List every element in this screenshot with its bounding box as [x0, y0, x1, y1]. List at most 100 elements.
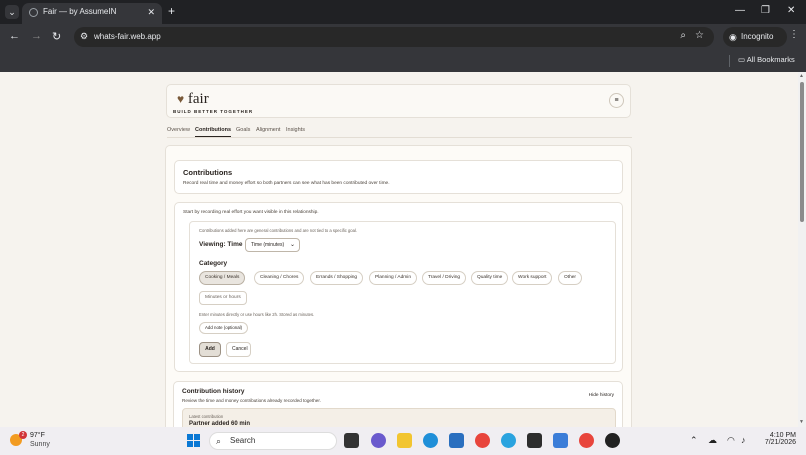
bookmark-star-icon[interactable]: ☆ — [695, 30, 704, 41]
form-lead: Start by recording real effort you want … — [183, 210, 319, 215]
tagline: BUILD BETTER TOGETHER — [173, 109, 254, 114]
add-note-button[interactable]: Add note (optional) — [199, 322, 249, 334]
minutes-input[interactable]: Minutes or hours — [199, 291, 247, 305]
tab-title: Fair — by AssumeIN — [43, 7, 117, 16]
category-chip-quality-time[interactable]: Quality time — [471, 271, 509, 285]
viewing-select[interactable]: Time (minutes) ⌄ — [245, 238, 300, 252]
scroll-down-icon[interactable]: ▼ — [799, 419, 804, 425]
add-button[interactable]: Add — [199, 342, 221, 357]
forward-button[interactable]: → — [31, 30, 42, 42]
terminal-icon[interactable] — [527, 433, 542, 448]
site-favicon-icon — [29, 8, 38, 17]
system-clock[interactable]: 4:10 PM 7/21/2026 — [760, 432, 796, 446]
page-viewport: ♥ fair BUILD BETTER TOGETHER ≡ Overview … — [0, 72, 798, 427]
store-icon[interactable] — [449, 433, 464, 448]
category-chip-cooking[interactable]: Cooking / Meals — [199, 271, 246, 285]
minutes-hint: Enter minutes directly or use hours like… — [199, 312, 315, 317]
category-chip-planning[interactable]: Planning / Admin — [369, 271, 417, 285]
show-hidden-icons-icon[interactable]: ⌃ — [690, 435, 698, 446]
tab-contributions[interactable]: Contributions — [195, 127, 232, 137]
restore-button[interactable]: ❐ — [761, 5, 770, 16]
url-text[interactable]: whats-fair.web.app — [94, 32, 161, 41]
browser-menu-icon[interactable]: ⋮ — [789, 29, 799, 40]
tab-alignment[interactable]: Alignment — [256, 127, 280, 133]
hide-history-button[interactable]: Hide history — [589, 393, 614, 398]
cancel-button[interactable]: Cancel — [226, 342, 251, 357]
latest-contribution: Latest contribution Partner added 60 min — [182, 408, 616, 427]
category-chip-cleaning[interactable]: Cleaning / Chores — [254, 271, 305, 285]
category-chip-travel[interactable]: Travel / Driving — [422, 271, 467, 285]
file-explorer-icon[interactable] — [397, 433, 412, 448]
heart-logo-icon: ♥ — [177, 92, 185, 106]
zoom-icon[interactable]: ⌕ — [680, 30, 686, 41]
weather-condition: Sunny — [30, 441, 50, 448]
category-chip-errands[interactable]: Errands / Shopping — [310, 271, 364, 285]
category-label: Category — [199, 260, 228, 267]
scroll-up-icon[interactable]: ▲ — [799, 73, 804, 79]
close-window-button[interactable]: ✕ — [787, 5, 795, 16]
windows-taskbar: 2 97°F Sunny ⌕ Search ⌃ ☁ ◠ ♪ 4:10 PM 7/… — [0, 427, 806, 455]
all-bookmarks-button[interactable]: ▭ All Bookmarks — [738, 55, 795, 64]
wifi-icon[interactable]: ◠ — [727, 435, 735, 446]
fair-logo[interactable]: ♥ fair — [177, 91, 209, 108]
latest-contribution-label: Latest contribution — [189, 414, 224, 419]
close-tab-icon[interactable]: ✕ — [147, 3, 155, 21]
notification-badge: 2 — [19, 431, 27, 439]
scrollbar-thumb[interactable] — [800, 82, 804, 222]
search-icon: ⌕ — [216, 436, 222, 446]
history-title: Contribution history — [182, 388, 245, 395]
app-icon[interactable] — [605, 433, 620, 448]
notepad-icon[interactable] — [553, 433, 568, 448]
section-description: Record real time and money effort so bot… — [183, 181, 390, 186]
viewing-select-value: Time (minutes) — [251, 242, 285, 248]
tab-search-button[interactable]: ⌄ — [5, 5, 19, 19]
site-info-icon[interactable]: ⚙ — [80, 31, 88, 42]
chrome-profile-icon[interactable] — [579, 433, 594, 448]
viewing-label: Viewing: Time — [199, 241, 243, 248]
copilot-icon[interactable] — [371, 433, 386, 448]
cloud-sync-icon[interactable]: ☁ — [708, 435, 717, 446]
incognito-icon: ◉ — [729, 32, 737, 42]
bookmarks-divider — [729, 55, 730, 67]
app-nav-tabs: Overview Contributions Goals Alignment I… — [167, 125, 632, 138]
tab-goals[interactable]: Goals — [236, 127, 250, 133]
section-title: Contributions — [183, 168, 233, 177]
reload-button[interactable]: ↻ — [52, 30, 61, 43]
tab-strip: ⌄ Fair — by AssumeIN ✕ + — ❐ ✕ — [0, 0, 806, 24]
chevron-down-icon: ⌄ — [289, 242, 295, 248]
back-button[interactable]: ← — [9, 30, 20, 42]
taskbar-search[interactable]: ⌕ Search — [209, 432, 337, 450]
address-bar[interactable]: ⚙ whats-fair.web.app ⌕ ☆ — [74, 27, 714, 47]
logo-text: fair — [187, 91, 209, 107]
clock-date: 7/21/2026 — [764, 439, 796, 446]
volume-icon[interactable]: ♪ — [741, 435, 746, 445]
category-chip-other[interactable]: Other — [558, 271, 582, 285]
telegram-icon[interactable] — [501, 433, 516, 448]
chrome-icon[interactable] — [475, 433, 490, 448]
folder-icon: ▭ — [738, 55, 747, 64]
incognito-label: Incognito — [741, 32, 774, 41]
bookmarks-bar: ▭ All Bookmarks — [0, 50, 806, 72]
category-chip-work-support[interactable]: Work support — [512, 271, 553, 285]
contribution-form: Start by recording real effort you want … — [174, 202, 623, 372]
contributions-intro: Contributions Record real time and money… — [174, 160, 623, 194]
contribution-history-card: Contribution history Review the time and… — [173, 381, 623, 427]
tab-overview[interactable]: Overview — [167, 127, 190, 133]
edge-icon[interactable] — [423, 433, 438, 448]
task-view-icon[interactable] — [344, 433, 359, 448]
history-description: Review the time and money contributions … — [182, 398, 321, 403]
browser-toolbar: ← → ↻ ⚙ whats-fair.web.app ⌕ ☆ ◉ Incogni… — [0, 24, 806, 50]
windows-start-icon[interactable] — [187, 434, 201, 448]
clock-time: 4:10 PM — [769, 432, 796, 439]
browser-tab[interactable]: Fair — by AssumeIN ✕ — [22, 3, 162, 24]
hamburger-menu-button[interactable]: ≡ — [609, 93, 624, 108]
general-note: Contributions added here are general con… — [199, 228, 358, 233]
tab-insights[interactable]: Insights — [286, 127, 305, 133]
all-bookmarks-label: All Bookmarks — [746, 55, 795, 64]
hamburger-icon: ≡ — [614, 97, 619, 104]
form-inner-panel: Contributions added here are general con… — [189, 221, 616, 364]
new-tab-button[interactable]: + — [168, 4, 175, 18]
browser-chrome: ⌄ Fair — by AssumeIN ✕ + — ❐ ✕ ← → ↻ ⚙ w… — [0, 0, 806, 72]
minimize-button[interactable]: — — [735, 5, 745, 16]
incognito-profile-button[interactable]: ◉ Incognito — [723, 27, 787, 47]
